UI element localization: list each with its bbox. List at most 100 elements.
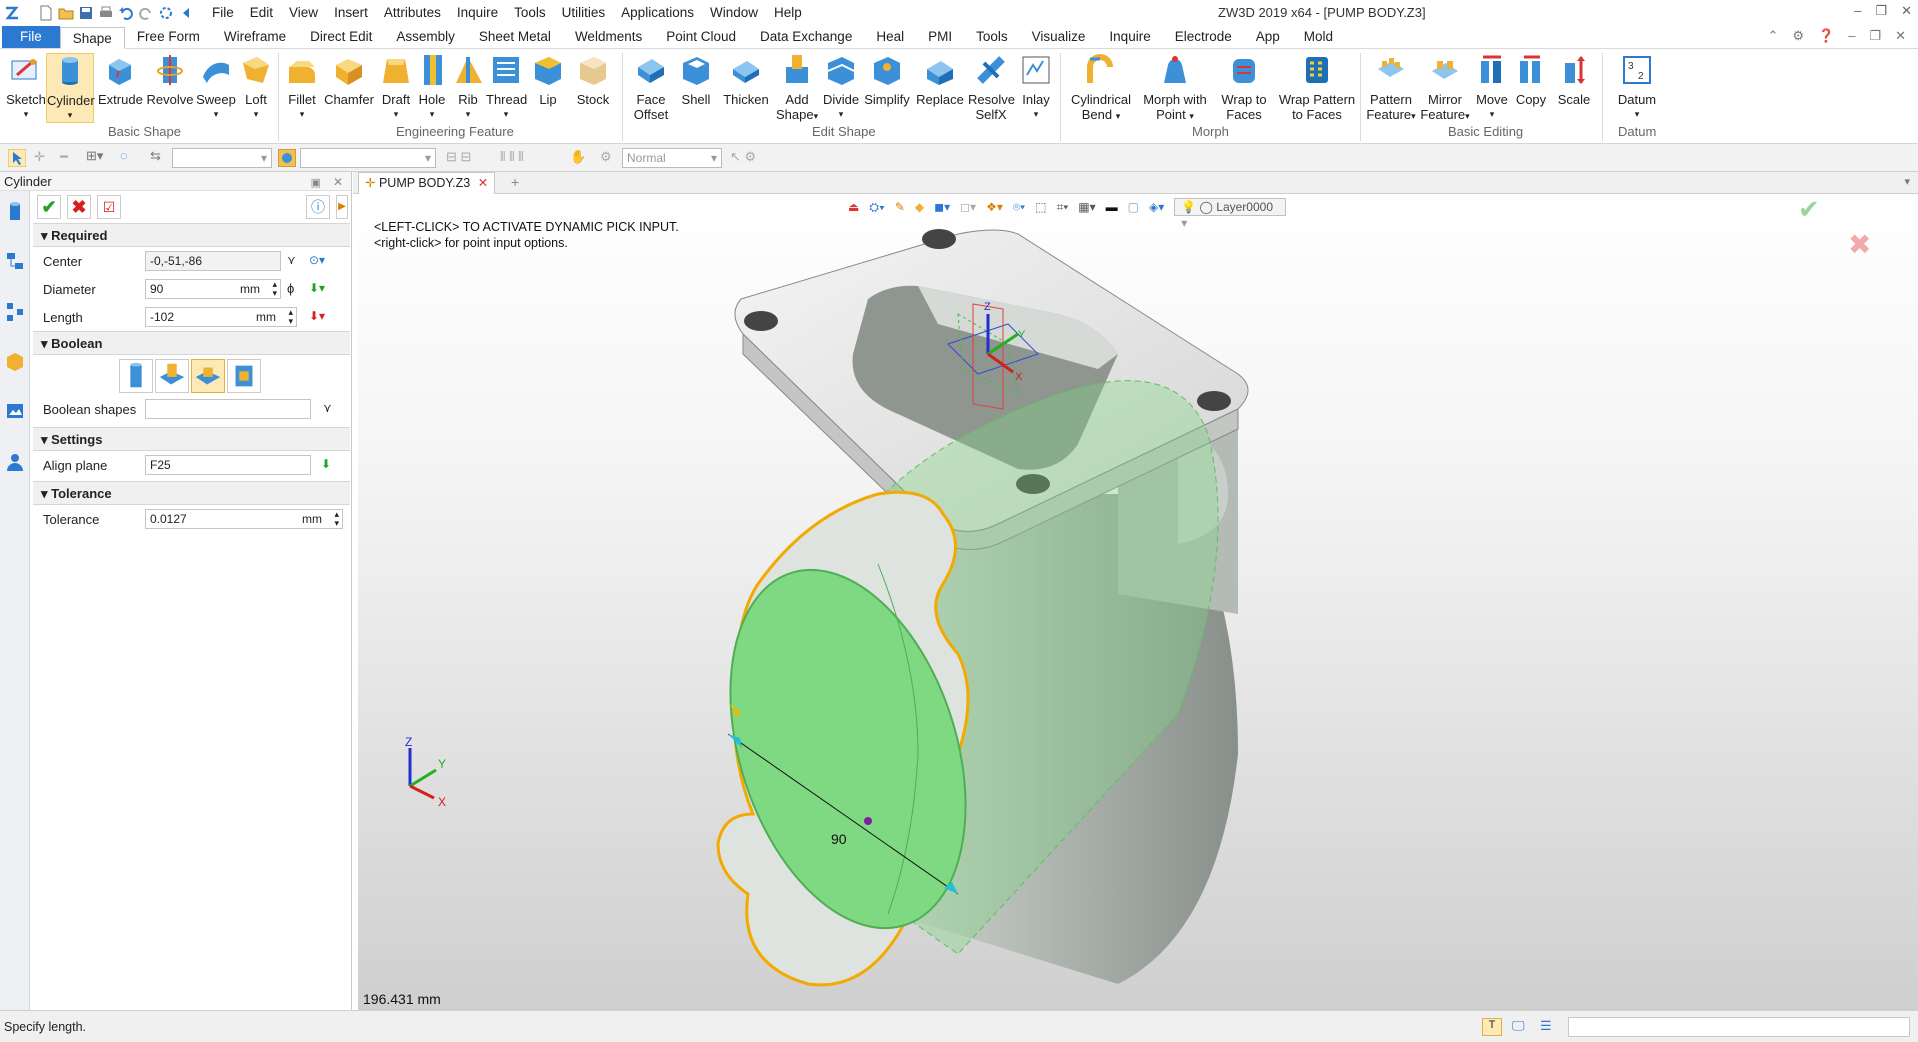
select-mode-icon[interactable] (158, 5, 174, 21)
history-tree-icon[interactable] (5, 251, 25, 273)
hole-button[interactable]: Hole ▾ (416, 53, 448, 122)
scale-button[interactable]: Scale (1554, 53, 1594, 107)
rename-filter-icon[interactable]: ⇆ (150, 148, 161, 164)
close-panel-icon[interactable]: ✕ (333, 173, 343, 192)
resolve-selfx-button[interactable]: Resolve SelfX (968, 53, 1015, 122)
pick-source-select[interactable]: ▾ (300, 148, 436, 168)
status-list-icon[interactable]: ☰ (1540, 1018, 1552, 1034)
diameter-spinner[interactable]: ▴ ▾ (272, 280, 277, 298)
smart-pick-icon[interactable] (278, 149, 296, 167)
menu-insert[interactable]: Insert (326, 0, 376, 25)
wrap-to-faces-button[interactable]: Wrap to Faces (1214, 53, 1274, 122)
section-settings[interactable]: ▾ Settings (33, 427, 350, 451)
chamfer-button[interactable]: Chamfer (324, 53, 374, 107)
tab-point-cloud[interactable]: Point Cloud (654, 26, 748, 48)
filter-mode-select[interactable]: Normal ▾ (622, 148, 722, 168)
line-filter-icon[interactable]: ━ (60, 149, 68, 165)
document-tab[interactable]: ✛ PUMP BODY.Z3 ✕ (358, 172, 496, 194)
tab-wireframe[interactable]: Wireframe (212, 26, 298, 48)
draft-button[interactable]: Draft ▾ (378, 53, 414, 122)
pick-filter-icon[interactable] (8, 149, 26, 167)
tab-shape[interactable]: Shape (59, 27, 125, 49)
morph-with-point-button[interactable]: Morph with Point ▾ (1140, 53, 1210, 124)
length-spinner[interactable]: ▴ ▾ (288, 308, 293, 326)
replace-button[interactable]: Replace (916, 53, 964, 107)
collapse-ribbon-icon[interactable]: ⌃ (1767, 28, 1778, 44)
object-manager-icon[interactable] (5, 351, 25, 373)
lip-button[interactable]: Lip (530, 53, 566, 107)
menu-view[interactable]: View (281, 0, 326, 25)
pump-body-model[interactable]: 90 Z Y X (658, 209, 1658, 999)
copy-button[interactable]: Copy (1512, 53, 1550, 107)
pattern-feature-button[interactable]: Pattern Feature▾ (1366, 53, 1416, 124)
tab-app[interactable]: App (1244, 26, 1292, 48)
datum-button[interactable]: 32 Datum ▾ (1612, 53, 1662, 122)
image-manager-icon[interactable] (5, 401, 25, 423)
tab-electrode[interactable]: Electrode (1163, 26, 1244, 48)
print-icon[interactable] (98, 5, 114, 21)
assembly-tree-icon[interactable] (5, 301, 25, 323)
point-filter-icon[interactable]: ✛ (34, 149, 45, 165)
tab-data-exchange[interactable]: Data Exchange (748, 26, 864, 48)
tab-free-form[interactable]: Free Form (125, 26, 212, 48)
settings-gear-icon[interactable]: ⚙ (1792, 28, 1804, 44)
menu-window[interactable]: Window (702, 0, 766, 25)
cylinder-history-icon[interactable] (5, 201, 25, 223)
sweep-button[interactable]: Sweep ▾ (196, 53, 236, 122)
cylindrical-bend-button[interactable]: Cylindrical Bend ▾ (1066, 53, 1136, 124)
diameter-symbol-icon[interactable]: ϕ (287, 281, 301, 296)
tolerance-spinner[interactable]: ▴ ▾ (334, 510, 339, 528)
tab-heal[interactable]: Heal (864, 26, 916, 48)
tolerance-field[interactable]: 0.0127 mm ▴ ▾ (145, 509, 343, 529)
tab-tools[interactable]: Tools (964, 26, 1020, 48)
add-shape-button[interactable]: Add Shape▾ (776, 53, 818, 124)
info-button[interactable]: ⓘ (306, 195, 330, 219)
tab-pmi[interactable]: PMI (916, 26, 964, 48)
help-icon[interactable]: ❓ (1818, 28, 1834, 44)
align-plane-pick-icon[interactable]: ⬇ (321, 457, 335, 471)
pointer-icon[interactable]: ↖ ⚙ (730, 149, 756, 165)
fillet-button[interactable]: Fillet ▾ (284, 53, 320, 122)
new-file-icon[interactable] (38, 5, 54, 21)
status-screen-icon[interactable]: 🖵 (1512, 1018, 1525, 1034)
snap-icon[interactable]: ⊟ ⊟ (446, 149, 471, 165)
revolve-button[interactable]: Revolve (146, 53, 194, 107)
thread-button[interactable]: Thread ▾ (486, 53, 527, 122)
menu-help[interactable]: Help (766, 0, 810, 25)
length-field[interactable]: -102 mm ▴ ▾ (145, 307, 297, 327)
ok-button[interactable]: ✔ (37, 195, 61, 219)
tab-visualize[interactable]: Visualize (1020, 26, 1098, 48)
user-role-icon[interactable] (5, 451, 25, 473)
section-tolerance[interactable]: ▾ Tolerance (33, 481, 350, 505)
pin-icon[interactable]: ✋ (570, 149, 586, 165)
menu-attributes[interactable]: Attributes (376, 0, 449, 25)
filter-settings-icon[interactable]: ⚙ (600, 149, 612, 165)
minimize-doc-icon[interactable]: – (1848, 28, 1855, 44)
length-measure-icon[interactable]: ⬇▾ (309, 309, 325, 323)
minimize-icon[interactable]: – (1854, 3, 1861, 19)
boolean-shapes-expand-icon[interactable]: ⋎ (323, 401, 337, 415)
extrude-button[interactable]: Extrude (98, 53, 143, 107)
save-icon[interactable] (78, 5, 94, 21)
menu-inquire[interactable]: Inquire (449, 0, 506, 25)
shell-button[interactable]: Shell (678, 53, 714, 107)
back-arrow-icon[interactable] (178, 5, 194, 21)
tab-mold[interactable]: Mold (1292, 26, 1345, 48)
menu-utilities[interactable]: Utilities (554, 0, 614, 25)
diameter-field[interactable]: 90 mm ▴ ▾ (145, 279, 281, 299)
simplify-button[interactable]: Simplify (864, 53, 910, 107)
section-required[interactable]: ▾ Required (33, 223, 350, 247)
tab-weldments[interactable]: Weldments (563, 26, 654, 48)
diameter-measure-icon[interactable]: ⬇▾ (309, 281, 325, 295)
menu-tools[interactable]: Tools (506, 0, 554, 25)
grid-filter-icon[interactable]: ⊞▾ (86, 148, 103, 164)
section-boolean[interactable]: ▾ Boolean (33, 331, 350, 355)
sketch-button[interactable]: Sketch ▾ (4, 53, 48, 122)
intersect-boolean-icon[interactable] (227, 359, 261, 393)
center-pick-icon[interactable]: ⊙▾ (309, 253, 325, 267)
boolean-shapes-field[interactable] (145, 399, 311, 419)
undo-icon[interactable] (118, 5, 134, 21)
mirror-feature-button[interactable]: Mirror Feature▾ (1420, 53, 1470, 124)
thicken-button[interactable]: Thicken (722, 53, 770, 107)
cancel-button[interactable]: ✖ (67, 195, 91, 219)
